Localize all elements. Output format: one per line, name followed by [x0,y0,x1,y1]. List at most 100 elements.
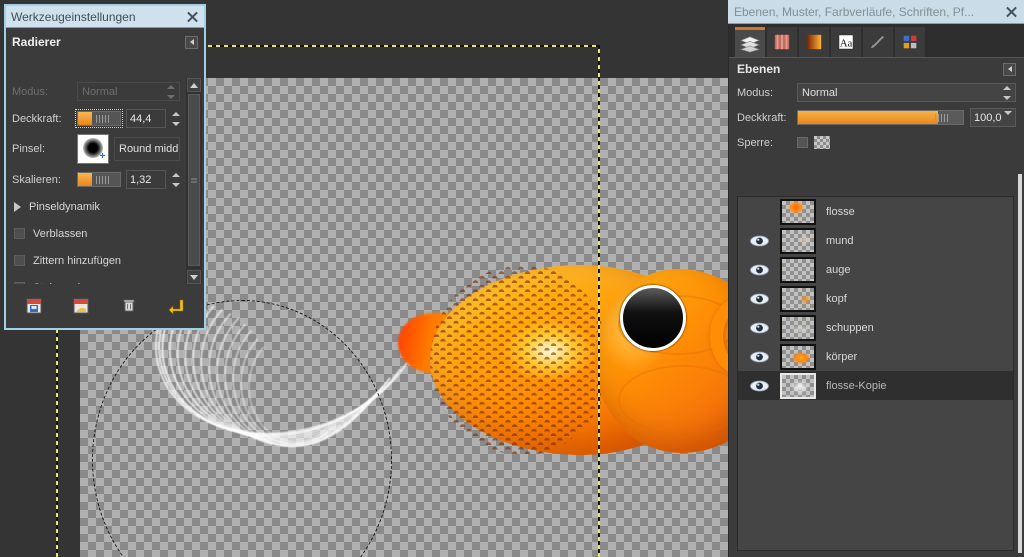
fade-checkbox[interactable] [14,228,25,239]
layer-thumbnail [780,285,816,312]
eye-icon[interactable] [749,235,769,247]
layer-lock-row: Sperre: [729,130,1024,155]
layer-list[interactable]: flosse mund auge kopf schuppen körper fl… [737,196,1014,551]
layer-name: körper [826,350,858,363]
mode-select[interactable]: Normal [77,82,180,101]
fonts-icon: Aa [838,34,854,50]
fade-option[interactable]: Verblassen [6,220,184,247]
layer-visibility-cell[interactable] [742,264,776,276]
table-row[interactable]: flosse [738,197,1013,226]
layer-mode-value: Normal [802,86,838,99]
jitter-label: Zittern hinzufügen [33,254,122,267]
layer-visibility-cell[interactable] [742,293,776,305]
save-tool-preset-button[interactable] [21,294,47,318]
eye-icon[interactable] [749,351,769,363]
incremental-checkbox[interactable] [14,282,25,284]
brush-row: Pinsel: + Round middle sof [6,132,184,166]
table-row[interactable]: flosse-Kopie [738,371,1013,400]
tool-options-header: Radierer [6,31,204,53]
jitter-checkbox[interactable] [14,255,25,266]
scrollbar-thumb[interactable] [188,94,200,266]
layer-thumbnail [780,314,816,341]
restore-tool-preset-button[interactable] [68,294,94,318]
table-row[interactable]: auge [738,255,1013,284]
opacity-slider[interactable] [75,109,123,128]
lock-alpha-icon[interactable] [814,136,830,149]
mode-label: Modus: [12,85,49,98]
brush-dynamics-label: Pinseldynamik [29,200,100,213]
opacity-value-field[interactable]: 44,4 [126,109,166,128]
dock-body: Aa Ebenen Modus: Normal Deckkraft: 100,0… [728,24,1024,557]
layer-name: flosse [826,205,855,218]
layer-opacity-slider[interactable] [797,110,964,125]
layer-thumbnail [780,198,816,225]
layer-opacity-number: 100,0 [974,111,1002,124]
delete-tool-preset-button[interactable] [116,294,142,318]
layer-thumbnail [780,343,816,370]
panel-title: Ebenen [737,62,781,76]
tool-options-titlebar[interactable]: Werkzeugeinstellungen [6,6,204,28]
chevron-updown-icon [1002,85,1011,100]
table-row[interactable]: mund [738,226,1013,255]
tab-fonts[interactable]: Aa [831,27,861,57]
tab-gradients[interactable] [799,27,829,57]
brush-label: Pinsel: [12,143,46,155]
mode-row: Modus: Normal [6,78,184,105]
table-row[interactable]: schuppen [738,313,1013,342]
table-row[interactable]: körper [738,342,1013,371]
tab-patterns[interactable] [767,27,797,57]
gradients-icon [806,34,822,50]
tab-layers[interactable] [735,27,765,57]
opacity-stepper[interactable] [171,111,180,126]
fade-label: Verblassen [33,227,88,240]
chevron-up-icon[interactable] [187,78,201,92]
layer-opacity-value[interactable]: 100,0 [970,108,1016,127]
brush-name[interactable]: Round middle sof [114,137,180,161]
layer-mode-select[interactable]: Normal [797,83,1016,102]
dialog-menu-icon[interactable] [185,35,198,49]
dock-scrollbar[interactable] [1018,174,1022,553]
chevron-updown-icon [166,84,175,99]
layers-dock: Ebenen, Muster, Farbverläufe, Schriften,… [728,0,1024,557]
dock-titlebar[interactable]: Ebenen, Muster, Farbverläufe, Schriften,… [728,0,1024,24]
opacity-value: 44,4 [130,112,152,125]
layer-thumbnail [780,227,816,254]
table-row[interactable]: kopf [738,284,1013,313]
jitter-option[interactable]: Zittern hinzufügen [6,247,184,274]
tool-options-scrollbar[interactable] [186,78,202,284]
trash-icon [123,299,135,312]
layer-mode-row: Modus: Normal [729,80,1024,105]
brush-dynamics-expander[interactable]: Pinseldynamik [6,193,184,220]
opacity-row: Deckkraft: 44,4 [6,105,184,132]
save-preset-icon [26,298,42,314]
chevron-down-icon[interactable] [187,270,201,284]
eye-icon[interactable] [749,293,769,305]
active-tool-name: Radierer [12,35,61,49]
scale-stepper[interactable] [171,172,180,187]
incremental-option[interactable]: Steigernd [6,274,184,284]
dialog-menu-icon[interactable] [1003,62,1016,76]
scale-slider[interactable] [77,172,121,187]
close-icon[interactable] [185,10,199,24]
tab-brushes[interactable] [863,27,893,57]
scale-label: Skalieren: [12,173,61,186]
lock-pixels-checkbox[interactable] [797,137,808,148]
brush-preview[interactable]: + [77,134,109,164]
eye-icon[interactable] [749,380,769,392]
scale-value-field[interactable]: 1,32 [126,170,166,189]
eye-icon[interactable] [749,264,769,276]
layer-visibility-cell[interactable] [742,351,776,363]
layer-boundary-right [598,45,600,557]
chevron-down-icon[interactable] [1003,110,1012,125]
close-icon[interactable] [1004,5,1018,19]
layer-visibility-cell[interactable] [742,322,776,334]
layer-opacity-row: Deckkraft: 100,0 [729,105,1024,130]
reset-arrow-icon [168,299,184,315]
eye-icon[interactable] [749,322,769,334]
fish-eye [620,285,686,351]
layer-visibility-cell[interactable] [742,235,776,247]
reset-tool-options-button[interactable] [163,294,189,318]
tab-palettes[interactable] [895,27,925,57]
layer-visibility-cell[interactable] [742,380,776,392]
restore-preset-icon [73,298,89,314]
